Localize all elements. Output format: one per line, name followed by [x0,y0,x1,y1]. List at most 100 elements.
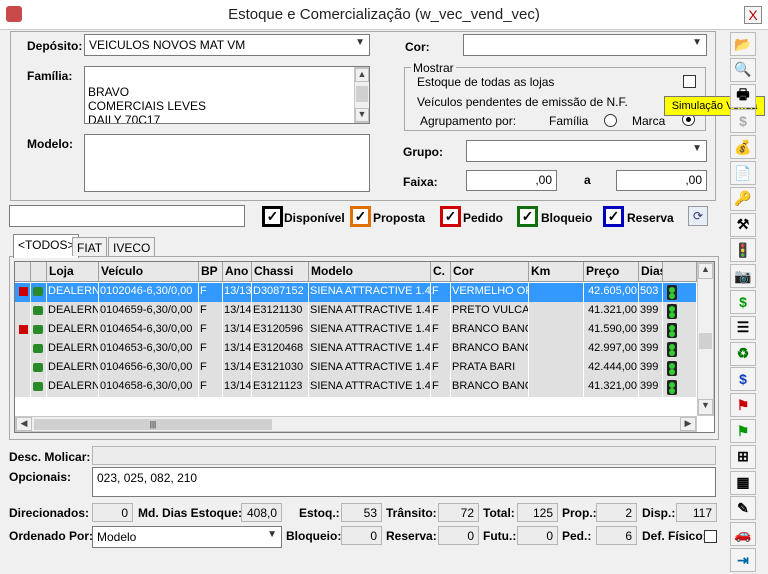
close-button[interactable]: X [744,6,762,24]
modelo-list[interactable] [84,134,370,192]
ordenado-select[interactable]: Modelo ▼ [92,526,282,548]
toolbar-button-open-folder[interactable]: 📂 [730,32,756,56]
scroll-up-icon[interactable]: ▲ [698,263,713,279]
familia-scrollbar[interactable]: ▲ ▼ [354,67,369,123]
table-link-icon: ⊞ [737,448,749,465]
cell-chassi: E3120596 [252,321,309,340]
toolbar-button-dollar[interactable]: $ [730,109,756,134]
scroll-thumb[interactable] [356,86,368,102]
cell-veiculo: 0102046-6,30/0,00 [99,283,199,302]
toolbar-button-refresh[interactable]: ♻ [730,341,756,366]
scroll-right-icon[interactable]: ▶ [680,417,696,431]
toolbar-button-document[interactable]: 📄 [730,161,756,185]
proposta-checkbox[interactable]: ✓ [350,206,371,227]
col-header[interactable] [31,262,47,282]
traffic-light-icon: 🚦 [734,241,752,258]
toolbar-button-traffic-light[interactable]: 🚦 [730,238,756,263]
toolbar-button-red-flag[interactable]: ⚑ [730,393,756,418]
tab-iveco[interactable]: IVECO [108,237,156,256]
scroll-thumb[interactable] [699,333,712,349]
col-header-modelo[interactable]: Modelo [309,262,431,282]
traffic-light-icon [667,323,677,338]
col-header-chassi[interactable]: Chassi [252,262,309,282]
familia-item[interactable]: DAILY 70C17 [88,113,206,123]
scroll-left-icon[interactable]: ◀ [16,417,32,431]
table-row[interactable]: DEALERNE0104654-6,30/0,00F13/14E3120596S… [15,321,697,340]
col-header-dias[interactable]: Dias [639,262,663,282]
col-header-loja[interactable]: Loja [47,262,99,282]
toolbar-button-grid[interactable]: ▦ [730,470,756,495]
col-header-veiculo[interactable]: Veículo [99,262,199,282]
toolbar-button-print[interactable]: 🖶 [730,83,756,108]
col-header-cor[interactable]: Cor [451,262,529,282]
col-header[interactable] [15,262,31,282]
cor-label: Cor: [405,40,430,54]
estoq-value: 53 [341,503,382,522]
col-header-bp[interactable]: BP [199,262,223,282]
toolbar-button-table-link[interactable]: ⊞ [730,444,756,469]
toolbar-button-search-document[interactable]: 🔍 [730,57,756,82]
toolbar-button-dollar-down[interactable]: $ [730,367,756,392]
col-header[interactable] [663,262,697,282]
tab-fiat[interactable]: FIAT [72,237,108,256]
cell-preco: 42.997,00 [584,340,639,359]
row-car-cell [31,321,47,340]
table-row[interactable]: DEALERNE0104653-6,30/0,00F13/14E3120468S… [15,340,697,359]
table-row[interactable]: DEALERNE0104658-6,30/0,00F13/14E3121123S… [15,378,697,397]
estoque-todas-checkbox[interactable] [683,75,696,88]
disponivel-checkbox[interactable]: ✓ [262,206,283,227]
ordenado-label: Ordenado Por: [9,529,94,543]
familia-item[interactable]: BRAVO [88,85,206,99]
cor-select[interactable]: ▼ [463,34,707,56]
scroll-thumb[interactable]: ||| [34,419,272,430]
col-header-preco[interactable]: Preço [584,262,639,282]
reserva-checkbox[interactable]: ✓ [603,206,624,227]
cell-loja: DEALERNE [47,340,99,359]
pedido-checkbox[interactable]: ✓ [440,206,461,227]
scroll-up-icon[interactable]: ▲ [355,68,369,82]
toolbar-button-camera[interactable]: 📷 [730,264,756,289]
scroll-down-icon[interactable]: ▼ [355,108,369,122]
dollar-down-icon: $ [739,371,747,388]
toolbar-button-green-flag[interactable]: ⚑ [730,419,756,443]
red-flag-icon [19,325,28,334]
familia-item[interactable]: COMERCIAIS LEVES [88,99,206,113]
faixa-ate-input[interactable]: ,00 [616,170,707,191]
grid-hscrollbar[interactable]: ◀ ||| ▶ [15,416,697,432]
familia-radio[interactable] [604,114,617,127]
cell-c: F [431,340,451,359]
cell-cor: BRANCO BANCI [451,378,529,397]
toolbar-button-exit[interactable]: ⇥ [730,548,756,572]
refresh-grid-button[interactable]: ⟳ [688,206,708,226]
scroll-down-icon[interactable]: ▼ [698,399,713,415]
table-row[interactable]: DEALERNE0104659-6,30/0,00F13/14E3121130S… [15,302,697,321]
toolbar-button-tools[interactable]: ⚒ [730,212,756,237]
deposito-select[interactable]: VEICULOS NOVOS MAT VM ▼ [84,34,370,56]
bloqueio-checkbox[interactable]: ✓ [517,206,538,227]
table-row[interactable]: DEALERNE0104656-6,30/0,00F13/14E3121030S… [15,359,697,378]
toolbar-button-edit[interactable]: ✎ [730,496,756,521]
cell-preco: 42.444,00 [584,359,639,378]
cell-modelo: SIENA ATTRACTIVE 1.4 F [309,283,431,302]
tab-todos[interactable]: <TODOS> [13,234,80,258]
familia-list[interactable]: BRAVO COMERCIAIS LEVES DAILY 70C17 ▲ ▼ [84,66,370,124]
toolbar-button-money-bag[interactable]: 💰 [730,135,756,160]
table-row[interactable]: DEALERNE0102046-6,30/0,00F13/13D3087152S… [15,283,697,302]
col-header-c[interactable]: C. [431,262,451,282]
faixa-de-input[interactable]: ,00 [466,170,557,191]
col-header-ano[interactable]: Ano [223,262,252,282]
toolbar-button-key[interactable]: 🔑 [730,186,756,211]
toolbar-button-car[interactable]: 🚗 [730,522,756,547]
cell-dias: 399 [639,359,663,378]
col-header-km[interactable]: Km [529,262,584,282]
toolbar-button-green-dollar[interactable]: $ [730,290,756,314]
search-input[interactable] [9,205,245,227]
grupo-select[interactable]: ▼ [466,140,707,162]
refresh-icon: ♻ [736,345,750,362]
toolbar-button-list[interactable]: ☰ [730,315,756,340]
tools-icon: ⚒ [736,216,750,233]
bloqueio-total-value: 0 [341,526,382,545]
grid-vscrollbar[interactable]: ▲ ▼ [697,262,714,416]
def-fisico-checkbox[interactable] [704,530,717,543]
car-icon [33,306,43,315]
